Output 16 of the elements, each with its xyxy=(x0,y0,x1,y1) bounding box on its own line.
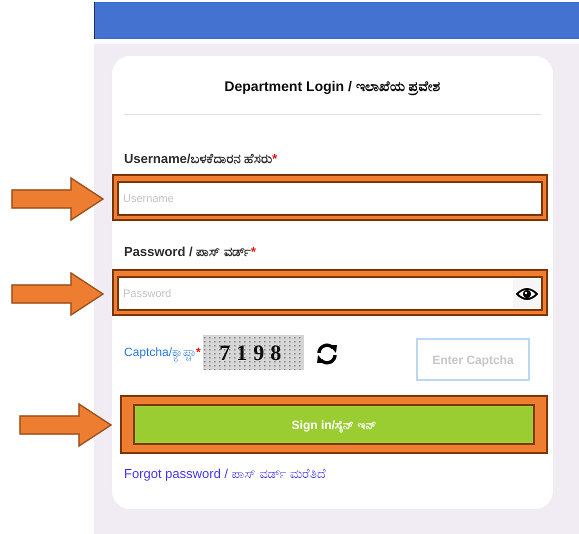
input-field[interactable]: Username xyxy=(117,181,543,216)
field-label: Password / ಪಾಸ್ ವರ್ಡ್ xyxy=(124,243,251,260)
eye-icon[interactable] xyxy=(516,286,538,300)
input-field[interactable]: Password xyxy=(117,276,543,311)
required-mark: * xyxy=(196,344,201,361)
login-title: Department Login / ಇಲಾಖೆಯ ಪ್ರವೇಶ xyxy=(223,77,442,98)
field-label: Username/ಬಳಕೆದಾರನ ಹೆಸರು xyxy=(124,150,272,167)
refresh-icon[interactable] xyxy=(316,342,338,366)
required-mark: * xyxy=(272,150,278,167)
forgot-password-link[interactable]: Forgot password / ಪಾಸ್ ವರ್ಡ್ ಮರೆತಿದೆ xyxy=(124,464,326,484)
captcha-image: 7198 xyxy=(202,335,304,370)
arrow-icon xyxy=(11,176,105,220)
required-mark: * xyxy=(250,243,256,260)
arrow-icon xyxy=(11,272,105,316)
captcha-label: Captcha/ಕ್ಯಾಪ್ಚಾ xyxy=(124,343,196,361)
arrow-icon xyxy=(19,402,113,446)
